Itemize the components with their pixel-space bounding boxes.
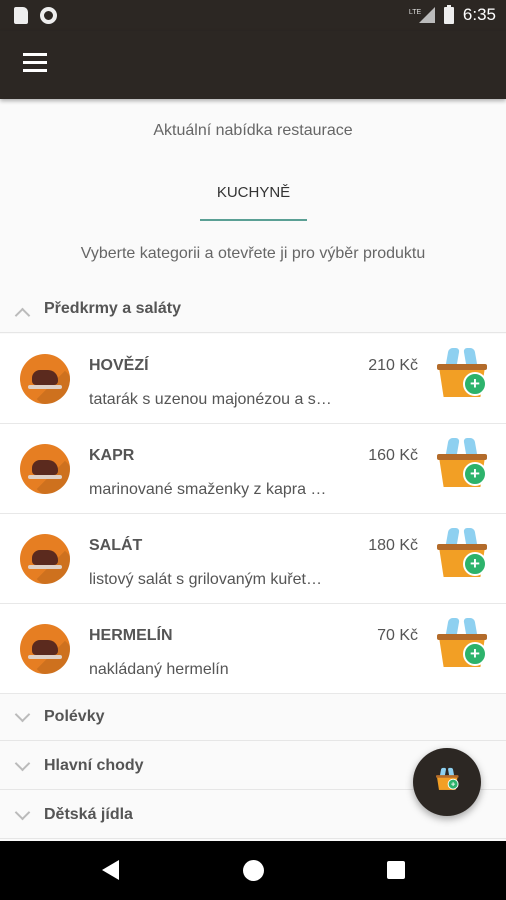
item-price: 210 Kč xyxy=(368,357,418,374)
chevron-down-icon xyxy=(14,706,31,723)
dish-thumbnail-icon xyxy=(20,444,70,494)
dish-thumbnail-icon xyxy=(20,534,70,584)
category-label: Předkrmy a saláty xyxy=(44,300,181,317)
item-price: 180 Kč xyxy=(368,537,418,554)
category-soups[interactable]: Polévky xyxy=(0,695,506,741)
item-description: tatarák s uzenou majonézou a s… xyxy=(89,391,332,408)
item-description: listový salát s grilovaným kuřet… xyxy=(89,571,322,588)
menu-item[interactable]: HOVĚZÍ 210 Kč tatarák s uzenou majonézou… xyxy=(0,334,506,424)
item-name: KAPR xyxy=(89,447,135,464)
item-price: 70 Kč xyxy=(377,627,418,644)
item-price: 160 Kč xyxy=(368,447,418,464)
add-to-cart-icon[interactable]: + xyxy=(437,526,487,582)
status-time: 6:35 xyxy=(462,5,496,24)
chevron-down-icon xyxy=(14,755,31,772)
dish-thumbnail-icon xyxy=(20,354,70,404)
item-description: marinované smaženky z kapra … xyxy=(89,481,327,498)
item-name: HOVĚZÍ xyxy=(89,357,149,374)
cart-icon: + xyxy=(436,767,459,792)
status-bar: LTE 6:35 xyxy=(0,0,506,31)
hamburger-menu-icon[interactable] xyxy=(23,53,47,73)
item-description: nakládaný hermelín xyxy=(89,661,229,678)
item-name: SALÁT xyxy=(89,537,143,554)
recent-apps-icon[interactable] xyxy=(387,861,405,879)
add-to-cart-icon[interactable]: + xyxy=(437,616,487,672)
dish-thumbnail-icon xyxy=(20,624,70,674)
page-subtitle: Aktuální nabídka restaurace xyxy=(153,122,353,139)
menu-item[interactable]: SALÁT 180 Kč listový salát s grilovaným … xyxy=(0,514,506,604)
category-label: Dětská jídla xyxy=(44,806,133,823)
sync-circle-icon xyxy=(40,7,57,24)
tab-indicator xyxy=(200,219,307,221)
back-icon[interactable] xyxy=(102,860,119,880)
category-starters[interactable]: Předkrmy a saláty xyxy=(0,287,506,333)
add-to-cart-icon[interactable]: + xyxy=(437,436,487,492)
menu-item[interactable]: KAPR 160 Kč marinované smaženky z kapra … xyxy=(0,424,506,514)
network-type-label: LTE xyxy=(408,9,422,16)
home-icon[interactable] xyxy=(243,860,264,881)
signal-icon: LTE xyxy=(409,7,435,23)
system-navigation-bar xyxy=(0,841,506,900)
app-bar xyxy=(0,31,506,99)
battery-icon xyxy=(443,4,454,24)
add-to-cart-icon[interactable]: + xyxy=(437,346,487,402)
item-name: HERMELÍN xyxy=(89,627,173,644)
instruction-text: Vyberte kategorii a otevřete ji pro výbě… xyxy=(80,245,426,262)
category-label: Hlavní chody xyxy=(44,757,144,774)
sd-card-icon xyxy=(14,7,28,24)
chevron-up-icon xyxy=(14,307,31,324)
cart-fab-button[interactable]: + xyxy=(413,748,481,816)
category-label: Polévky xyxy=(44,708,105,725)
chevron-down-icon xyxy=(14,804,31,821)
tab-kitchen[interactable]: KUCHYNĚ xyxy=(200,170,307,222)
menu-item[interactable]: HERMELÍN 70 Kč nakládaný hermelín + xyxy=(0,604,506,694)
